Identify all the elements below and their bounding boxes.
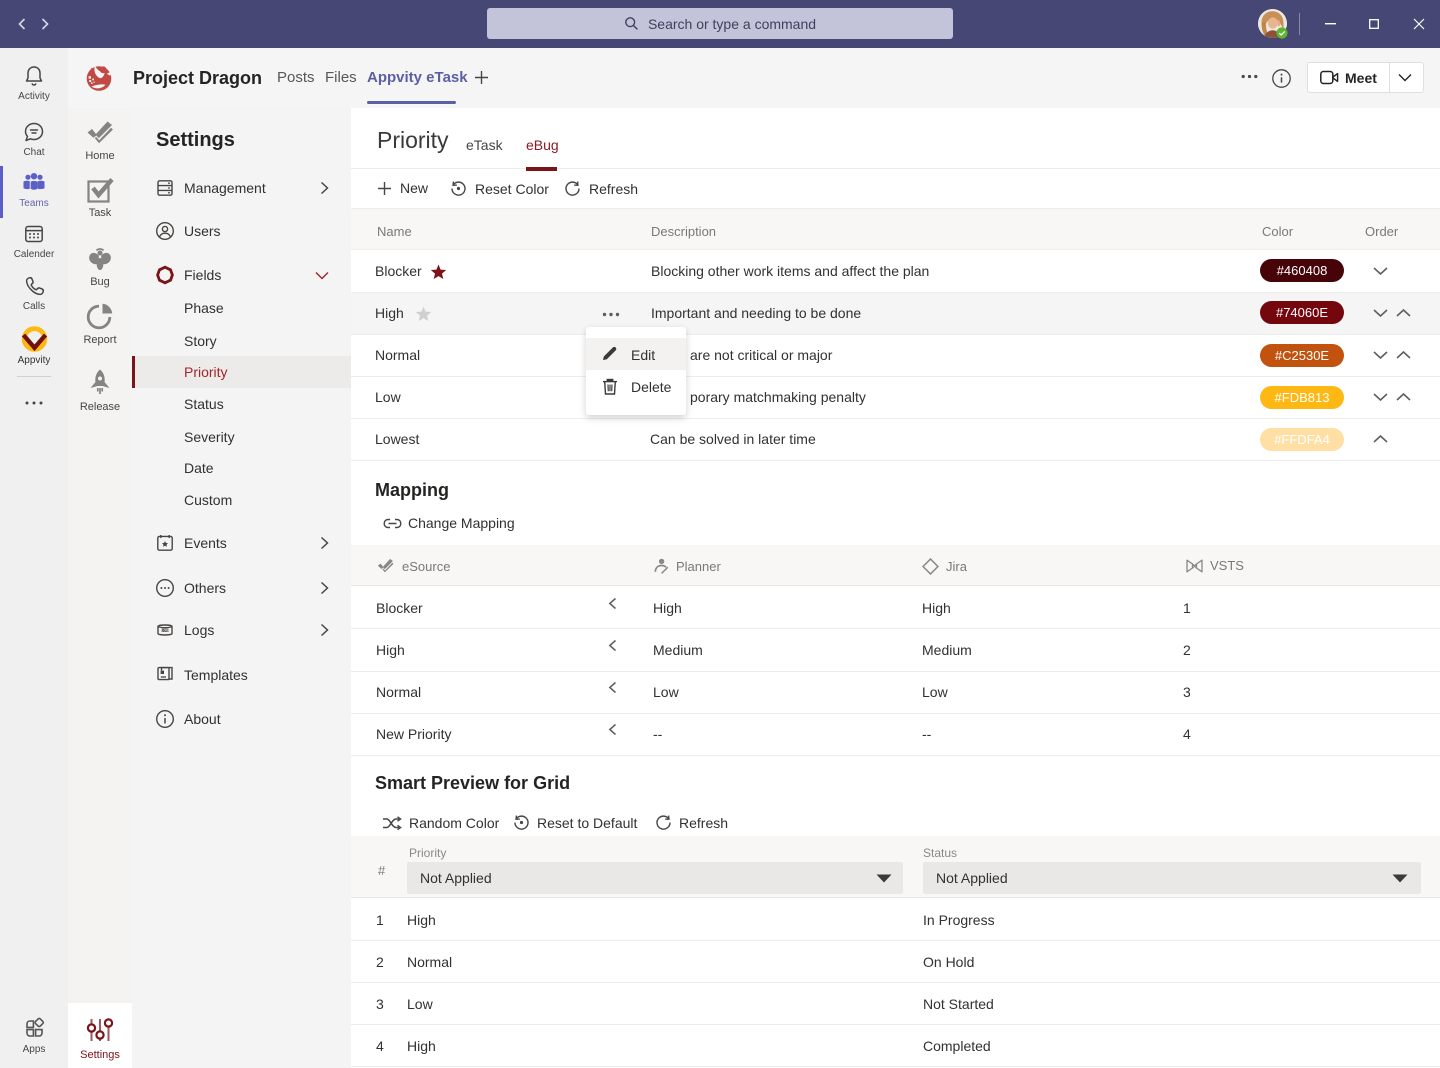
svg-text:LOG: LOG <box>162 629 169 633</box>
